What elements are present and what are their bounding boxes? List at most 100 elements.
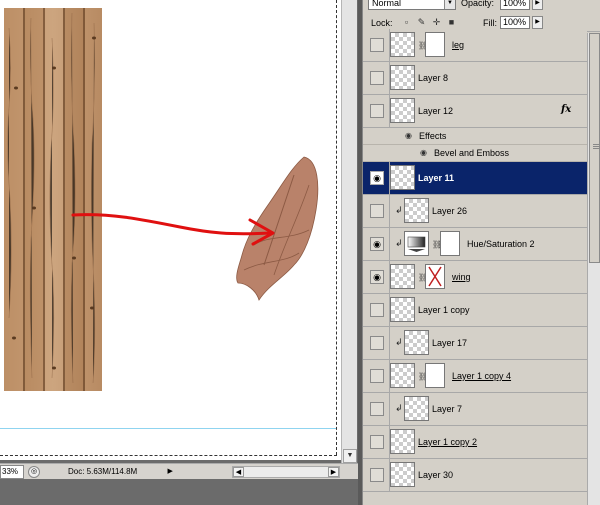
wood-plank-image [4,8,102,391]
fill-input[interactable]: 100% [500,16,530,29]
eye-icon[interactable]: ◉ [420,148,427,157]
clipping-arrow-icon: ↲ [395,337,403,347]
scroll-down-arrow-icon[interactable]: ▼ [343,449,357,463]
effect-item-row[interactable]: ◉ Bevel and Emboss [363,145,587,162]
layer-row[interactable]: ⛓ leg [363,29,587,62]
layer-row[interactable]: ↲ Layer 7 [363,393,587,426]
doc-size-info: Doc: 5.63M/114.8M [68,467,138,476]
visibility-toggle[interactable] [370,435,384,449]
guide-line[interactable] [0,428,336,429]
layer-row[interactable]: Layer 12 fx [363,95,587,128]
visibility-toggle[interactable] [370,336,384,350]
fill-slider-button[interactable]: ▶ [532,16,543,29]
layer-name[interactable]: wing [452,272,471,282]
triangle-right-icon[interactable]: ▶ [165,466,175,478]
canvas-vertical-scrollbar[interactable]: ▼ [341,0,357,465]
layer-name[interactable]: Layer 17 [432,338,467,348]
layer-thumbnail[interactable] [390,98,415,123]
layer-thumbnail[interactable] [390,165,415,190]
canvas-area[interactable]: ▼ 33% ◎ Doc: 5.63M/114.8M ▶ ◀ ▶ [0,0,358,505]
visibility-toggle[interactable] [370,369,384,383]
blend-mode-select[interactable]: Normal ▼ [368,0,456,10]
layer-row[interactable]: ↲ Layer 17 [363,327,587,360]
layer-row-selected[interactable]: ◉ Layer 11 [363,162,587,195]
layer-thumbnail[interactable] [404,330,429,355]
layer-mask-thumbnail[interactable] [425,32,445,57]
visibility-toggle[interactable] [370,402,384,416]
layer-row[interactable]: Layer 8 [363,62,587,95]
layer-name[interactable]: leg [452,40,464,50]
eye-icon[interactable]: ◉ [405,131,412,140]
info-circle-icon[interactable]: ◎ [28,465,40,478]
layer-list[interactable]: ⛓ leg Layer 8 Layer 12 fx ◉ Effects ◉ Be… [363,29,587,505]
blend-row: Normal ▼ Opacity: 100% ▶ [363,0,600,12]
layer-mask-thumbnail[interactable] [425,264,445,289]
layer-name[interactable]: Layer 11 [418,173,454,183]
document-canvas[interactable] [0,0,341,460]
lock-image-icon[interactable]: ✎ [416,17,427,28]
layer-thumbnail[interactable] [390,429,415,454]
lock-transparent-icon[interactable]: ▫ [401,17,412,28]
scrollbar-thumb[interactable] [589,33,600,263]
layer-name[interactable]: Layer 8 [418,73,448,83]
scroll-right-arrow-icon[interactable]: ▶ [328,467,339,477]
visibility-toggle[interactable] [370,38,384,52]
opacity-label: Opacity: [461,0,495,8]
layer-name[interactable]: Layer 26 [432,206,467,216]
layer-row[interactable]: ◉ ⛓ wing [363,261,587,294]
layer-row[interactable]: Layer 1 copy [363,294,587,327]
red-arrow-annotation [71,213,275,246]
visibility-toggle[interactable] [370,468,384,482]
fx-icon[interactable]: fx [561,104,571,115]
layer-thumbnail[interactable] [390,32,415,57]
layer-name[interactable]: Layer 1 copy [418,305,470,315]
effect-item-label: Bevel and Emboss [434,148,510,158]
layer-thumbnail[interactable] [390,65,415,90]
layer-thumbnail[interactable] [404,396,429,421]
layer-mask-thumbnail[interactable] [440,231,460,256]
eye-icon[interactable]: ◉ [370,237,384,251]
visibility-toggle[interactable] [370,303,384,317]
effects-row[interactable]: ◉ Effects [363,128,587,145]
selection-marquee-bottom [0,455,337,456]
selection-marquee-right [336,0,337,455]
visibility-toggle[interactable] [370,71,384,85]
status-bar: 33% ◎ Doc: 5.63M/114.8M ▶ ◀ ▶ [0,463,358,479]
visibility-toggle[interactable] [370,104,384,118]
chevron-down-icon[interactable]: ▼ [444,0,455,9]
fill-label: Fill: [483,18,497,28]
hue-saturation-adjustment-icon[interactable] [404,231,429,256]
layer-thumbnail[interactable] [404,198,429,223]
layer-thumbnail[interactable] [390,462,415,487]
lock-label: Lock: [371,18,393,28]
layer-row[interactable]: Layer 1 copy 2 [363,426,587,459]
layer-name[interactable]: Hue/Saturation 2 [467,239,535,249]
layer-thumbnail[interactable] [390,297,415,322]
layer-row[interactable]: ⛓ Layer 1 copy 4 [363,360,587,393]
workspace-background [0,479,358,505]
layer-row[interactable]: Layer 30 [363,459,587,492]
opacity-input[interactable]: 100% [500,0,530,10]
zoom-level-field[interactable]: 33% [0,464,24,479]
layer-name[interactable]: Layer 7 [432,404,462,414]
layer-thumbnail[interactable] [390,264,415,289]
eye-icon[interactable]: ◉ [370,171,384,185]
scroll-left-arrow-icon[interactable]: ◀ [233,467,244,477]
canvas-horizontal-scrollbar[interactable]: ◀ ▶ [232,466,340,478]
layer-mask-thumbnail[interactable] [425,363,445,388]
layers-panel: Normal ▼ Opacity: 100% ▶ Lock: ▫ ✎ ✛ ■ F… [362,0,600,505]
blend-mode-value: Normal [372,0,402,8]
layer-row[interactable]: ↲ Layer 26 [363,195,587,228]
opacity-slider-button[interactable]: ▶ [532,0,543,10]
layer-name[interactable]: Layer 30 [418,470,453,480]
layer-name[interactable]: Layer 1 copy 4 [452,371,511,381]
layer-row[interactable]: ◉ ↲ ⛓ Hue/Saturation 2 [363,228,587,261]
layers-vertical-scrollbar[interactable] [587,33,600,505]
eye-icon[interactable]: ◉ [370,270,384,284]
lock-all-icon[interactable]: ■ [446,17,457,28]
layer-name[interactable]: Layer 12 [418,106,453,116]
layer-name[interactable]: Layer 1 copy 2 [418,437,477,447]
layer-thumbnail[interactable] [390,363,415,388]
lock-position-icon[interactable]: ✛ [431,17,442,28]
visibility-toggle[interactable] [370,204,384,218]
